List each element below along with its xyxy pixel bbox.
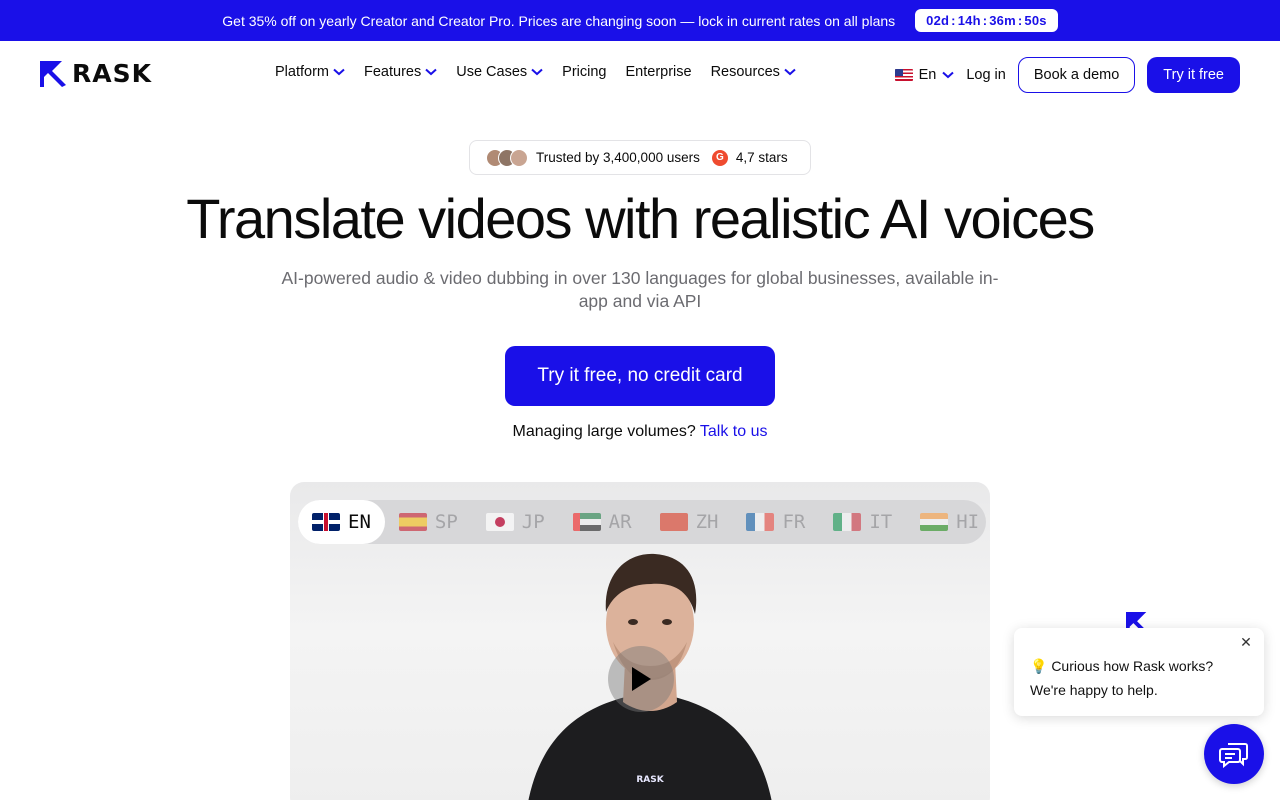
- logo-text: RASK: [72, 59, 152, 88]
- main-nav: Platform Features Use Cases Pricing Ente…: [275, 64, 796, 80]
- talk-to-us-link[interactable]: Talk to us: [700, 423, 768, 440]
- countdown-timer: 02d:14h:36m:50s: [915, 9, 1058, 32]
- lang-option-jp[interactable]: JP: [472, 500, 559, 544]
- nav-features-label: Features: [364, 64, 422, 80]
- nav-platform[interactable]: Platform: [275, 64, 345, 80]
- close-icon[interactable]: ✕: [1238, 634, 1254, 650]
- lang-option-sp[interactable]: SP: [385, 500, 472, 544]
- nav-use-cases-label: Use Cases: [456, 64, 528, 80]
- volumes-line: Managing large volumes? Talk to us: [0, 423, 1280, 441]
- chevron-down-icon: [333, 68, 345, 76]
- chevron-down-icon: [942, 71, 954, 79]
- chevron-down-icon: [531, 68, 543, 76]
- play-icon: [632, 667, 651, 691]
- china-flag-icon: [659, 513, 688, 531]
- rating-text: 4,7 stars: [735, 150, 788, 165]
- play-button[interactable]: [608, 646, 674, 712]
- rask-logo-icon: [40, 61, 66, 87]
- japan-flag-icon: [485, 513, 514, 531]
- book-demo-button[interactable]: Book a demo: [1017, 57, 1136, 93]
- nav-features[interactable]: Features: [364, 64, 437, 80]
- volumes-text: Managing large volumes?: [512, 423, 696, 440]
- avatar: [510, 148, 528, 167]
- nav-resources[interactable]: Resources: [711, 64, 796, 80]
- france-flag-icon: [746, 513, 775, 531]
- nav-resources-label: Resources: [710, 64, 780, 80]
- lang-option-hi[interactable]: HI: [906, 500, 990, 544]
- lang-code: SP: [434, 511, 458, 533]
- try-free-button[interactable]: Try it free: [1147, 57, 1240, 93]
- lang-option-it[interactable]: IT: [819, 500, 906, 544]
- g2-icon: G: [711, 149, 728, 166]
- shirt-logo: RASK: [636, 775, 664, 785]
- lang-code: EN: [348, 511, 371, 533]
- spain-flag-icon: [398, 513, 427, 531]
- india-flag-icon: [920, 513, 949, 531]
- lang-code: IT: [869, 511, 893, 533]
- logo[interactable]: RASK: [40, 61, 152, 87]
- chevron-down-icon: [425, 68, 437, 76]
- lang-code: FR: [782, 511, 806, 533]
- lang-option-en[interactable]: EN: [298, 500, 385, 544]
- chat-popup: ✕ 💡 Curious how Rask works? We're happy …: [1014, 628, 1264, 716]
- nav-use-cases[interactable]: Use Cases: [456, 64, 543, 80]
- timer-seconds: 50s: [1024, 13, 1047, 28]
- timer-separator: :: [951, 13, 956, 28]
- timer-minutes: 36m: [989, 13, 1016, 28]
- lang-option-zh[interactable]: ZH: [646, 500, 733, 544]
- timer-hours: 14h: [957, 13, 981, 28]
- uae-flag-icon: [572, 513, 601, 531]
- chat-button[interactable]: [1204, 724, 1264, 784]
- timer-separator: :: [982, 13, 988, 28]
- lang-option-fr[interactable]: FR: [732, 500, 819, 544]
- user-avatars: [486, 148, 528, 167]
- login-link[interactable]: Log in: [966, 67, 1006, 83]
- chevron-down-icon: [784, 68, 796, 76]
- italy-flag-icon: [833, 513, 862, 531]
- lang-code: ZH: [695, 511, 719, 533]
- nav-pricing[interactable]: Pricing: [562, 64, 606, 80]
- promo-text: Get 35% off on yearly Creator and Creato…: [222, 12, 896, 29]
- language-label: En: [918, 67, 937, 83]
- promo-banner[interactable]: Get 35% off on yearly Creator and Creato…: [0, 0, 1280, 41]
- chat-icon: [1219, 743, 1248, 768]
- us-flag-icon: [894, 69, 913, 81]
- page-subtitle: AI-powered audio & video dubbing in over…: [281, 268, 999, 311]
- header-actions: En Log in Book a demo Try it free: [894, 57, 1240, 93]
- language-selector[interactable]: En: [894, 67, 955, 83]
- language-switcher: EN SP JP AR ZH FR IT HI: [298, 500, 986, 544]
- chat-line-2: We're happy to help.: [1030, 682, 1158, 698]
- uk-flag-icon: [312, 513, 340, 531]
- site-header: RASK Platform Features Use Cases Pricing…: [0, 41, 1280, 109]
- lang-code: HI: [956, 511, 980, 533]
- chat-line-1: 💡 Curious how Rask works?: [1030, 658, 1214, 674]
- timer-days: 02d: [926, 13, 950, 28]
- nav-enterprise[interactable]: Enterprise: [625, 64, 691, 80]
- nav-enterprise-label: Enterprise: [625, 64, 692, 80]
- demo-video[interactable]: EN SP JP AR ZH FR IT HI RASK: [290, 482, 990, 800]
- trust-text: Trusted by 3,400,000 users: [536, 150, 700, 165]
- page-title: Translate videos with realistic AI voice…: [186, 187, 1095, 250]
- nav-pricing-label: Pricing: [562, 64, 607, 80]
- lang-code: AR: [608, 511, 632, 533]
- nav-platform-label: Platform: [275, 64, 329, 80]
- cta-button[interactable]: Try it free, no credit card: [505, 346, 775, 406]
- trust-badge: Trusted by 3,400,000 users G 4,7 stars: [469, 140, 811, 175]
- lang-code: JP: [521, 511, 545, 533]
- lang-option-ar[interactable]: AR: [559, 500, 646, 544]
